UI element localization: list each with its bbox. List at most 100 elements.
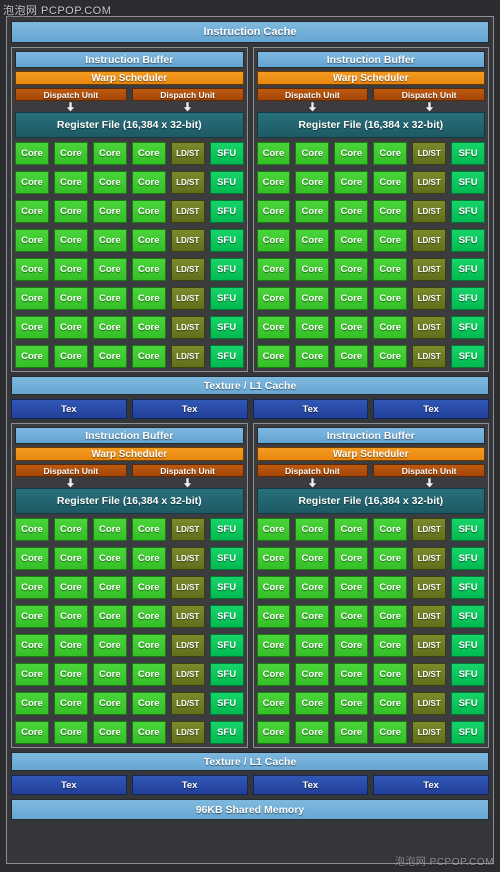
core-unit: Core bbox=[334, 258, 369, 281]
ldst-unit: LD/ST bbox=[412, 200, 447, 223]
instruction-buffer-block: Instruction Buffer bbox=[15, 427, 244, 444]
core-unit: Core bbox=[256, 634, 291, 657]
core-unit: Core bbox=[256, 258, 291, 281]
core-unit: Core bbox=[373, 345, 408, 368]
execution-unit-row: Core Core Core Core LD/ST SFU bbox=[256, 142, 486, 165]
sfu-unit: SFU bbox=[451, 316, 486, 339]
register-file-block: Register File (16,384 x 32-bit) bbox=[15, 488, 244, 514]
sfu-unit: SFU bbox=[451, 171, 486, 194]
sfu-unit: SFU bbox=[209, 692, 244, 715]
core-unit: Core bbox=[373, 605, 408, 628]
sfu-unit: SFU bbox=[451, 258, 486, 281]
core-unit: Core bbox=[131, 258, 166, 281]
execution-unit-row: Core Core Core Core LD/ST SFU bbox=[15, 258, 244, 281]
register-file-block: Register File (16,384 x 32-bit) bbox=[256, 488, 485, 514]
instruction-buffer-block: Instruction Buffer bbox=[256, 51, 485, 68]
tex-unit-row: Tex Tex Tex Tex bbox=[11, 399, 489, 419]
core-unit: Core bbox=[53, 142, 88, 165]
warp-scheduler-block: Warp Scheduler bbox=[256, 71, 485, 85]
core-unit: Core bbox=[15, 258, 49, 281]
core-unit: Core bbox=[92, 229, 127, 252]
core-unit: Core bbox=[373, 576, 408, 599]
ldst-unit: LD/ST bbox=[412, 316, 447, 339]
sfu-unit: SFU bbox=[209, 634, 244, 657]
sfu-unit: SFU bbox=[209, 547, 244, 570]
ldst-unit: LD/ST bbox=[170, 576, 205, 599]
core-unit: Core bbox=[295, 171, 330, 194]
core-unit: Core bbox=[334, 518, 369, 541]
instruction-buffer-block: Instruction Buffer bbox=[256, 427, 485, 444]
warp-scheduler-block: Warp Scheduler bbox=[256, 447, 485, 461]
tex-unit: Tex bbox=[373, 399, 489, 419]
core-unit: Core bbox=[53, 229, 88, 252]
core-unit: Core bbox=[373, 518, 408, 541]
texture-section: Texture / L1 Cache Tex Tex Tex Tex bbox=[11, 752, 489, 795]
down-arrow-icon bbox=[15, 101, 127, 112]
core-unit: Core bbox=[92, 345, 127, 368]
ldst-unit: LD/ST bbox=[412, 518, 447, 541]
core-unit: Core bbox=[373, 316, 408, 339]
execution-unit-row: Core Core Core Core LD/ST SFU bbox=[15, 634, 244, 657]
register-file-block: Register File (16,384 x 32-bit) bbox=[15, 112, 244, 138]
core-unit: Core bbox=[92, 721, 127, 744]
register-file-block: Register File (16,384 x 32-bit) bbox=[256, 112, 485, 138]
execution-unit-row: Core Core Core Core LD/ST SFU bbox=[15, 692, 244, 715]
core-unit: Core bbox=[334, 345, 369, 368]
tex-unit: Tex bbox=[252, 399, 369, 419]
core-unit: Core bbox=[92, 663, 127, 686]
core-unit: Core bbox=[92, 605, 127, 628]
ldst-unit: LD/ST bbox=[170, 258, 205, 281]
dispatch-unit-row: Dispatch Unit Dispatch Unit bbox=[256, 88, 485, 101]
processing-block-band-top: Instruction Buffer Warp Scheduler Dispat… bbox=[11, 47, 489, 372]
dispatch-unit-block: Dispatch Unit bbox=[15, 88, 127, 101]
core-unit: Core bbox=[131, 518, 166, 541]
ldst-unit: LD/ST bbox=[170, 692, 205, 715]
tex-unit: Tex bbox=[131, 775, 248, 795]
down-arrow-icon bbox=[132, 477, 244, 488]
ldst-unit: LD/ST bbox=[170, 547, 205, 570]
core-unit: Core bbox=[15, 576, 49, 599]
core-unit: Core bbox=[15, 229, 49, 252]
execution-unit-row: Core Core Core Core LD/ST SFU bbox=[256, 287, 486, 310]
core-unit: Core bbox=[53, 171, 88, 194]
dispatch-unit-block: Dispatch Unit bbox=[131, 88, 244, 101]
core-unit: Core bbox=[295, 316, 330, 339]
core-unit: Core bbox=[295, 345, 330, 368]
core-unit: Core bbox=[15, 605, 49, 628]
texture-l1-cache-block: Texture / L1 Cache bbox=[11, 752, 489, 771]
execution-unit-row: Core Core Core Core LD/ST SFU bbox=[15, 518, 244, 541]
down-arrow-icon bbox=[257, 477, 369, 488]
core-unit: Core bbox=[15, 316, 49, 339]
sfu-unit: SFU bbox=[451, 287, 486, 310]
execution-unit-row: Core Core Core Core LD/ST SFU bbox=[256, 345, 486, 368]
sfu-unit: SFU bbox=[451, 634, 486, 657]
core-unit: Core bbox=[53, 345, 88, 368]
core-unit: Core bbox=[295, 634, 330, 657]
core-unit: Core bbox=[53, 518, 88, 541]
core-unit: Core bbox=[131, 547, 166, 570]
core-unit: Core bbox=[256, 605, 291, 628]
core-unit: Core bbox=[53, 576, 88, 599]
ldst-unit: LD/ST bbox=[412, 287, 447, 310]
execution-unit-row: Core Core Core Core LD/ST SFU bbox=[15, 605, 244, 628]
sfu-unit: SFU bbox=[451, 200, 486, 223]
core-unit: Core bbox=[334, 229, 369, 252]
execution-unit-row: Core Core Core Core LD/ST SFU bbox=[256, 663, 486, 686]
core-unit: Core bbox=[53, 200, 88, 223]
ldst-unit: LD/ST bbox=[170, 287, 205, 310]
core-unit: Core bbox=[131, 229, 166, 252]
core-unit: Core bbox=[15, 663, 49, 686]
core-unit: Core bbox=[131, 634, 166, 657]
core-unit: Core bbox=[256, 345, 291, 368]
ldst-unit: LD/ST bbox=[412, 634, 447, 657]
execution-unit-grid: Core Core Core Core LD/ST SFU Core Core Core Core… bbox=[256, 142, 486, 368]
core-unit: Core bbox=[15, 692, 49, 715]
core-unit: Core bbox=[256, 692, 291, 715]
processing-block: Instruction Buffer Warp Scheduler Dispat… bbox=[11, 423, 248, 748]
execution-unit-grid: Core Core Core Core LD/ST SFU Core Core Core Core… bbox=[15, 518, 244, 744]
core-unit: Core bbox=[131, 200, 166, 223]
execution-unit-grid: Core Core Core Core LD/ST SFU Core Core Core Core… bbox=[15, 142, 244, 368]
sfu-unit: SFU bbox=[451, 142, 486, 165]
core-unit: Core bbox=[256, 721, 291, 744]
execution-unit-row: Core Core Core Core LD/ST SFU bbox=[256, 634, 486, 657]
